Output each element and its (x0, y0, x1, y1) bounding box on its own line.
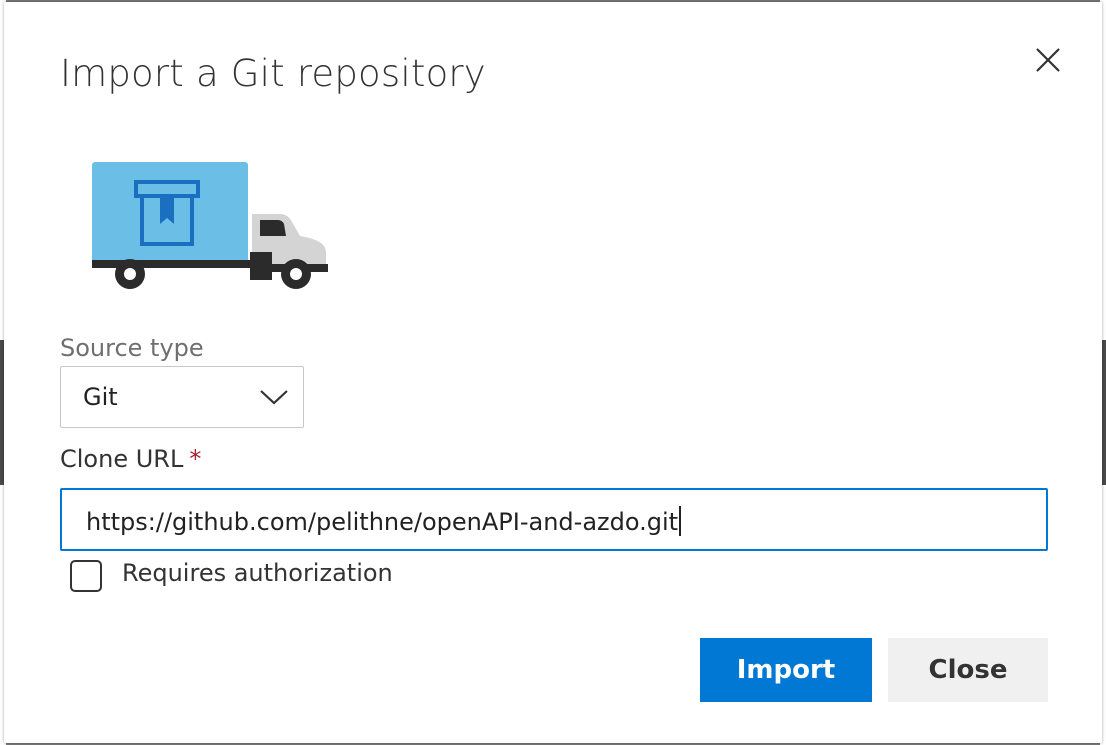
requires-authorization-checkbox[interactable] (70, 560, 102, 592)
required-marker: * (189, 445, 202, 473)
requires-authorization-label[interactable]: Requires authorization (122, 559, 393, 587)
close-button[interactable]: Close (888, 638, 1048, 702)
close-icon[interactable] (1030, 42, 1066, 78)
import-button[interactable]: Import (700, 638, 872, 702)
clone-url-input[interactable]: https://github.com/pelithne/openAPI-and-… (60, 488, 1048, 551)
text-caret (679, 506, 682, 536)
delivery-truck-illustration (90, 160, 330, 292)
clone-url-label: Clone URL * (60, 445, 201, 473)
source-type-dropdown[interactable]: Git (60, 366, 304, 428)
source-type-value: Git (83, 383, 118, 411)
import-repository-dialog: Import a Git repository Source type Git … (4, 2, 1102, 743)
clone-url-value: https://github.com/pelithne/openAPI-and-… (86, 506, 682, 536)
source-type-label: Source type (60, 334, 204, 362)
chevron-down-icon (259, 387, 289, 407)
dialog-title: Import a Git repository (60, 52, 486, 95)
clone-url-label-text: Clone URL (60, 445, 184, 473)
